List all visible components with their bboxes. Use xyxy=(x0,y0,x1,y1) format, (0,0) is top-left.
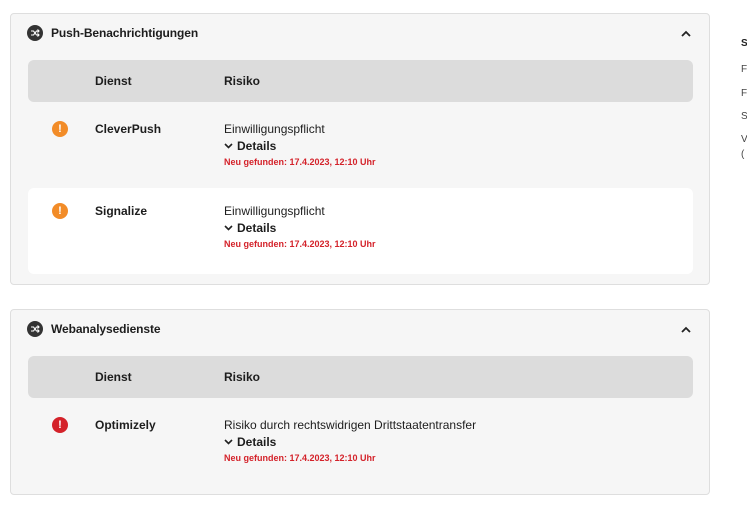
details-label: Details xyxy=(237,139,277,153)
table-header: Dienst Risiko xyxy=(28,60,693,102)
column-header-service: Dienst xyxy=(95,370,132,384)
chevron-down-icon xyxy=(224,143,233,149)
column-header-risk: Risiko xyxy=(224,74,261,88)
column-header-risk: Risiko xyxy=(224,370,261,384)
chevron-up-icon[interactable] xyxy=(679,26,693,40)
right-sidebar-fragment: S F F S V ( xyxy=(741,0,747,513)
table-row: ! Optimizely Risiko durch rechtswidrigen… xyxy=(28,402,693,488)
details-toggle[interactable]: Details xyxy=(224,139,276,153)
details-label: Details xyxy=(237,221,277,235)
risk-text: Einwilligungspflicht xyxy=(224,204,325,218)
sidebar-text-fragment: S xyxy=(741,38,747,49)
service-name: CleverPush xyxy=(95,122,162,136)
section-title: Webanalysedienste xyxy=(51,322,161,336)
found-timestamp: Neu gefunden: 17.4.2023, 12:10 Uhr xyxy=(224,239,376,249)
sidebar-text-fragment: ( xyxy=(741,149,745,160)
section-header[interactable]: Push-Benachrichtigungen xyxy=(11,14,709,54)
table-header: Dienst Risiko xyxy=(28,356,693,398)
service-name: Signalize xyxy=(95,204,148,218)
chevron-up-icon[interactable] xyxy=(679,322,693,336)
risk-text: Risiko durch rechtswidrigen Drittstaaten… xyxy=(224,418,477,432)
section-push-notifications: Push-Benachrichtigungen Dienst Risiko ! … xyxy=(10,13,710,285)
found-timestamp: Neu gefunden: 17.4.2023, 12:10 Uhr xyxy=(224,157,376,167)
sidebar-text-fragment: F xyxy=(741,64,747,75)
danger-icon: ! xyxy=(52,417,68,433)
sidebar-text-fragment: F xyxy=(741,88,747,99)
column-header-service: Dienst xyxy=(95,74,132,88)
sidebar-text-fragment: V xyxy=(741,134,747,145)
service-name: Optimizely xyxy=(95,418,156,432)
section-title: Push-Benachrichtigungen xyxy=(51,26,199,40)
warning-icon: ! xyxy=(52,121,68,137)
section-header[interactable]: Webanalysedienste xyxy=(11,310,709,350)
details-toggle[interactable]: Details xyxy=(224,221,276,235)
sidebar-text-fragment: S xyxy=(741,111,747,122)
section-web-analytics: Webanalysedienste Dienst Risiko ! Optimi… xyxy=(10,309,710,495)
details-toggle[interactable]: Details xyxy=(224,435,276,449)
shuffle-icon xyxy=(27,321,43,337)
found-timestamp: Neu gefunden: 17.4.2023, 12:10 Uhr xyxy=(224,453,376,463)
warning-icon: ! xyxy=(52,203,68,219)
risk-text: Einwilligungspflicht xyxy=(224,122,325,136)
details-label: Details xyxy=(237,435,277,449)
table-row: ! Signalize Einwilligungspflicht Details… xyxy=(28,188,693,274)
table-row: ! CleverPush Einwilligungspflicht Detail… xyxy=(28,106,693,192)
chevron-down-icon xyxy=(224,225,233,231)
shuffle-icon xyxy=(27,25,43,41)
chevron-down-icon xyxy=(224,439,233,445)
